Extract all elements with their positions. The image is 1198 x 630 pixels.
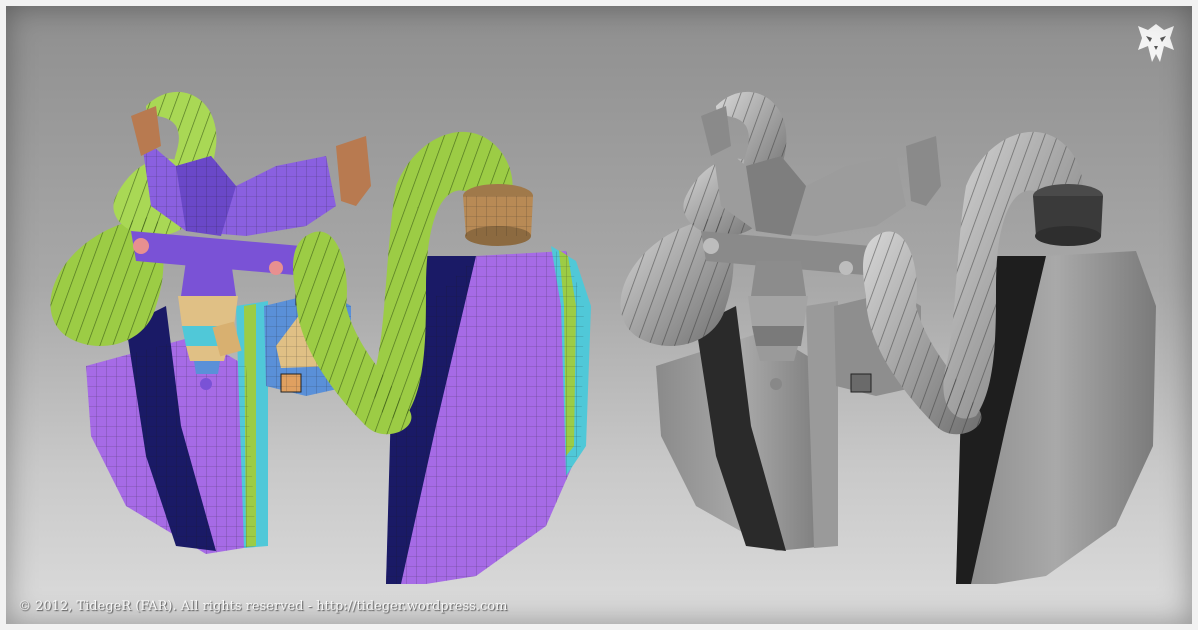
render-canvas <box>50 91 1156 584</box>
color-id-model <box>50 91 591 584</box>
tribal-skull-logo-icon <box>1138 24 1174 62</box>
copyright-text: © 2012, TidegeR (FAR). All rights reserv… <box>18 599 508 614</box>
picture-frame: © 2012, TidegeR (FAR). All rights reserv… <box>0 0 1198 630</box>
hose-cap <box>463 184 533 246</box>
clay-render-model <box>620 91 1156 584</box>
